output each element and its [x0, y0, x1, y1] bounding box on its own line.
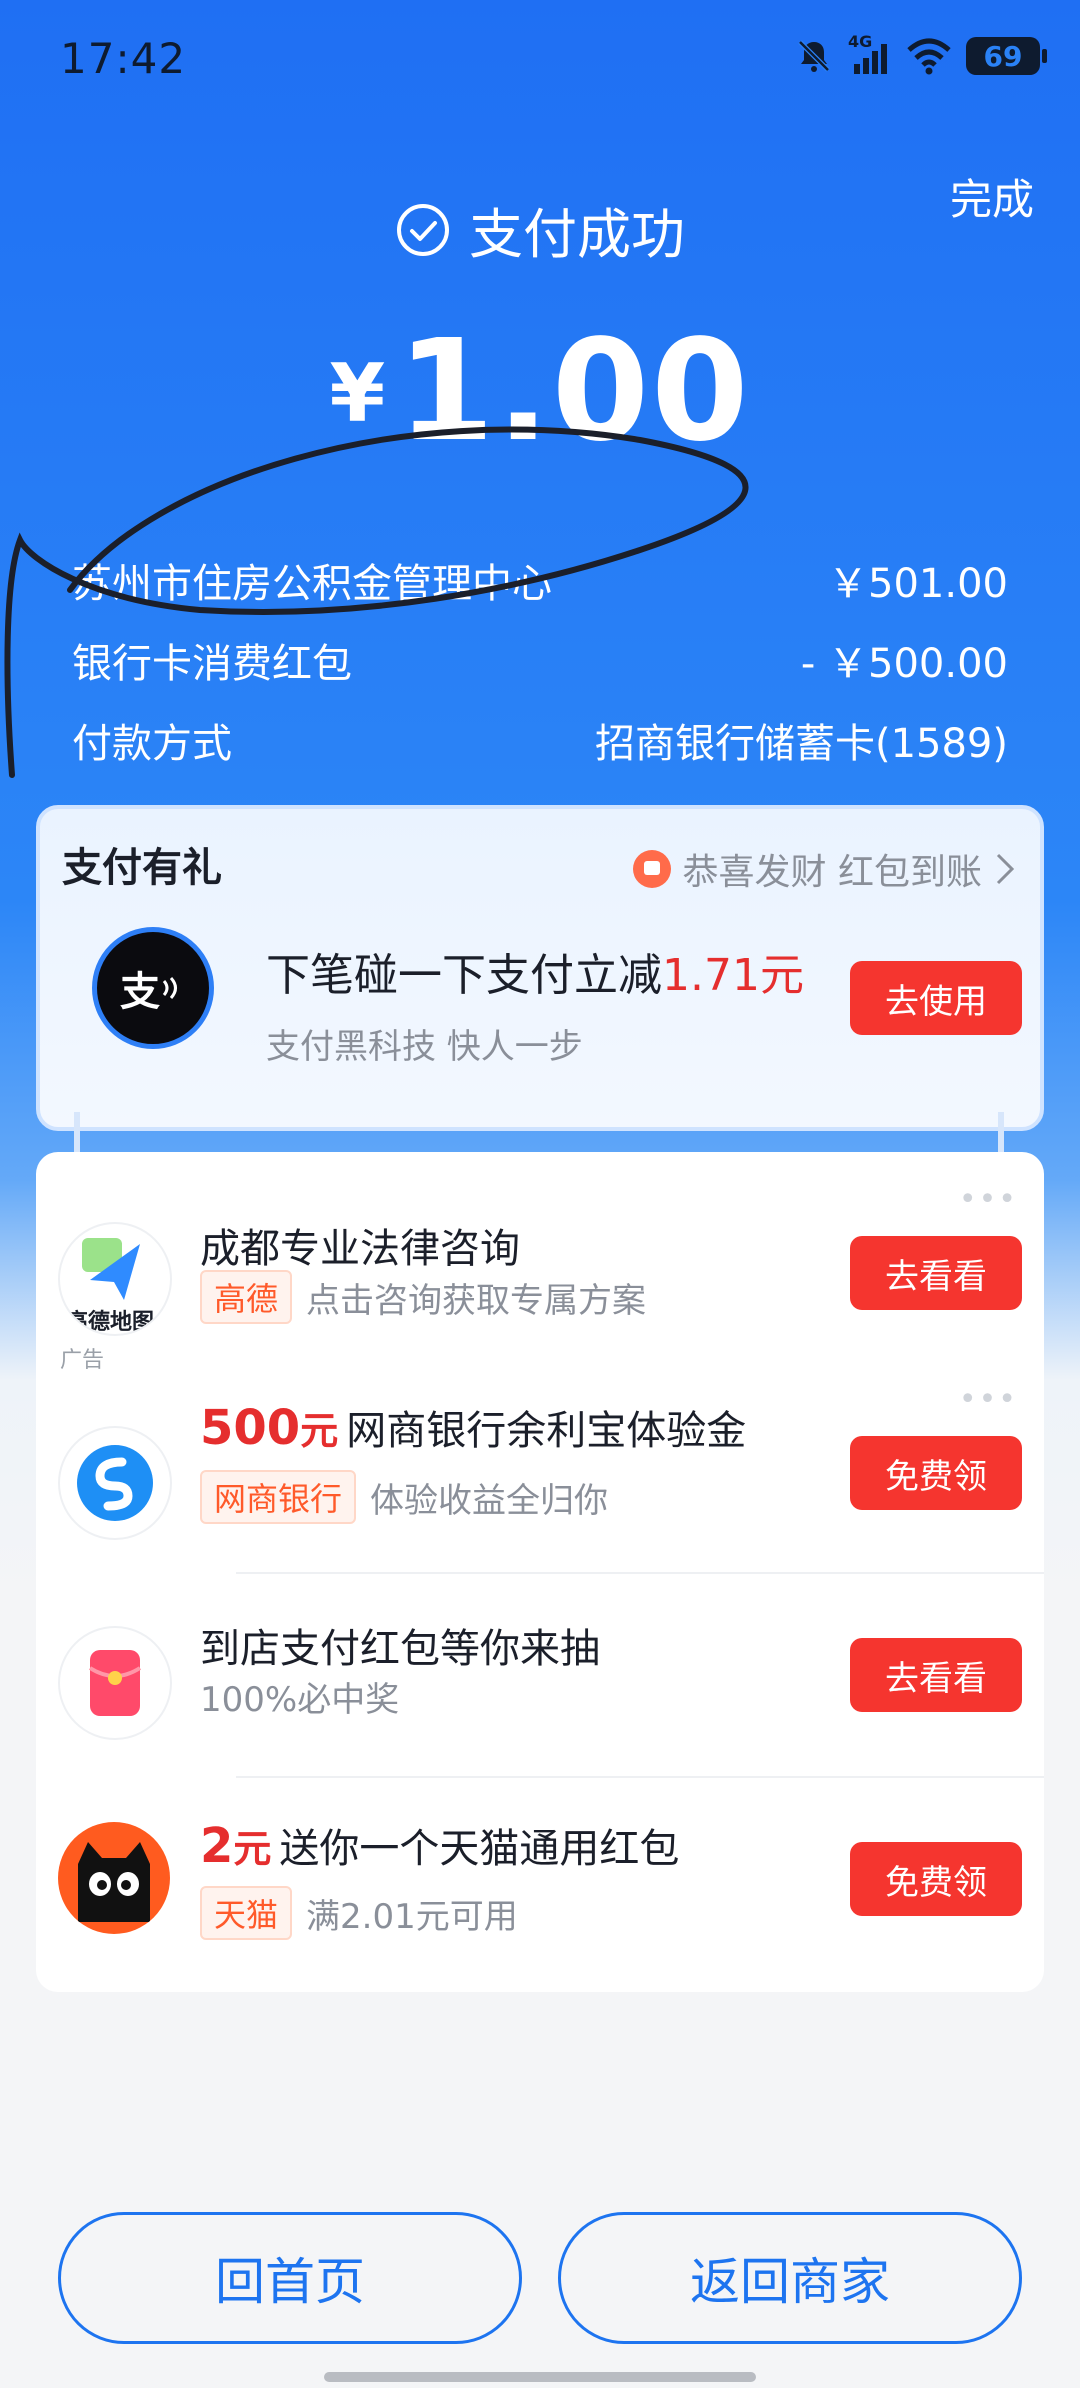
more-dots-icon[interactable]: •••	[959, 1182, 1018, 1217]
amap-icon: 高德地图	[58, 1222, 172, 1336]
check-circle-icon	[397, 203, 449, 256]
merchant-value: ￥501.00	[828, 561, 1008, 607]
item-amount: 500	[200, 1400, 301, 1456]
detail-row-method: 付款方式 招商银行储蓄卡(1589)	[72, 700, 1008, 780]
method-label: 付款方式	[72, 721, 232, 767]
item-sub-text: 100%必中奖	[200, 1680, 400, 1720]
more-dots-icon[interactable]: •••	[959, 1382, 1018, 1417]
chevron-right-icon	[996, 853, 1015, 885]
promo-congrats-link[interactable]: 恭喜发财 红包到账	[632, 843, 1016, 895]
view-button[interactable]: 去看看	[850, 1236, 1022, 1310]
item-sub-text: 体验收益全归你	[370, 1480, 609, 1521]
promo-title: 支付有礼	[62, 845, 222, 891]
promo-main-label: 下笔碰一下支付立减	[266, 950, 662, 1001]
item-title: 2元 送你一个天猫通用红包	[200, 1816, 679, 1874]
congrats-text: 恭喜发财 红包到账	[682, 852, 982, 893]
item-amount: 2	[200, 1818, 234, 1874]
list-item[interactable]: ••• 500元 网商银行余利宝体验金 网商银行 体验收益全归你 免费领	[36, 1352, 1044, 1552]
nfc-waves-icon	[162, 976, 177, 1000]
status-bar: 17:42 4G 69	[0, 0, 1080, 116]
item-subtitle: 天猫 满2.01元可用	[200, 1886, 518, 1940]
nfc-logo-text: 支	[120, 969, 160, 1015]
item-title: 成都专业法律咨询	[200, 1226, 520, 1272]
status-time: 17:42	[60, 34, 187, 83]
detail-row-merchant: 苏州市住房公积金管理中心 ￥501.00	[72, 540, 1008, 620]
list-item[interactable]: ••• 高德地图 广告 成都专业法律咨询 高德 点击咨询获取专属方案 去看看	[36, 1152, 1044, 1373]
back-to-merchant-button[interactable]: 返回商家	[558, 2212, 1022, 2344]
list-item[interactable]: 到店支付红包等你来抽 100%必中奖 去看看	[36, 1574, 1044, 1774]
signal-icon: 4G	[848, 32, 892, 76]
promo-main-text: 下笔碰一下支付立减1.71元	[266, 939, 804, 1003]
payment-status: 支付成功	[0, 190, 1080, 269]
payment-status-text: 支付成功	[469, 203, 685, 266]
ad-list-card: ••• 高德地图 广告 成都专业法律咨询 高德 点击咨询获取专属方案 去看看 •…	[36, 1152, 1044, 1992]
home-indicator[interactable]	[324, 2372, 756, 2382]
mybank-icon	[58, 1426, 172, 1540]
item-amount-unit: 元	[233, 1827, 272, 1871]
item-title-text: 送你一个天猫通用红包	[279, 1826, 680, 1872]
wifi-icon	[907, 38, 951, 75]
currency-symbol: ¥	[329, 347, 386, 440]
amount-value: 1.00	[397, 310, 751, 473]
use-button[interactable]: 去使用	[850, 961, 1022, 1035]
method-value: 招商银行储蓄卡(1589)	[594, 721, 1008, 767]
claim-button[interactable]: 免费领	[850, 1436, 1022, 1510]
view-button[interactable]: 去看看	[850, 1638, 1022, 1712]
detail-row-discount: 银行卡消费红包 - ￥500.00	[72, 620, 1008, 700]
list-item[interactable]: 2元 送你一个天猫通用红包 天猫 满2.01元可用 免费领	[36, 1778, 1044, 1978]
item-title: 500元 网商银行余利宝体验金	[200, 1398, 746, 1456]
item-amount-unit: 元	[300, 1409, 339, 1453]
status-icons: 4G 69	[794, 32, 1047, 78]
promo-main-amount: 1.71元	[662, 950, 804, 1001]
gift-icon	[632, 850, 671, 888]
mute-bell-icon	[798, 40, 830, 72]
amap-icon-text: 高德地图	[66, 1310, 155, 1335]
item-tag: 天猫	[200, 1886, 293, 1940]
discount-value: - ￥500.00	[800, 641, 1008, 687]
payment-details: 苏州市住房公积金管理中心 ￥501.00 银行卡消费红包 - ￥500.00 付…	[72, 540, 1008, 780]
home-button[interactable]: 回首页	[58, 2212, 522, 2344]
item-subtitle: 网商银行 体验收益全归你	[200, 1470, 608, 1524]
item-title: 到店支付红包等你来抽	[200, 1626, 600, 1672]
item-subtitle: 高德 点击咨询获取专属方案	[200, 1270, 646, 1324]
item-tag: 高德	[200, 1270, 293, 1324]
promo-card: 支付有礼 恭喜发财 红包到账 支 下笔碰一下支付立减1.71元 支付黑科技 快人…	[36, 805, 1044, 1131]
tmall-icon	[58, 1822, 170, 1934]
discount-label: 银行卡消费红包	[72, 641, 352, 687]
payment-amount: ¥1.00	[0, 310, 1080, 473]
claim-button[interactable]: 免费领	[850, 1842, 1022, 1916]
item-tag: 网商银行	[200, 1470, 357, 1524]
promo-sub-text: 支付黑科技 快人一步	[266, 1027, 583, 1067]
item-sub-text: 点击咨询获取专属方案	[306, 1280, 647, 1321]
item-title-text: 网商银行余利宝体验金	[346, 1408, 747, 1454]
battery-icon: 69	[966, 37, 1047, 75]
item-sub-text: 满2.01元可用	[306, 1896, 518, 1937]
red-envelope-icon	[58, 1626, 172, 1740]
merchant-label: 苏州市住房公积金管理中心	[72, 561, 552, 607]
nfc-pay-logo: 支	[92, 927, 214, 1049]
